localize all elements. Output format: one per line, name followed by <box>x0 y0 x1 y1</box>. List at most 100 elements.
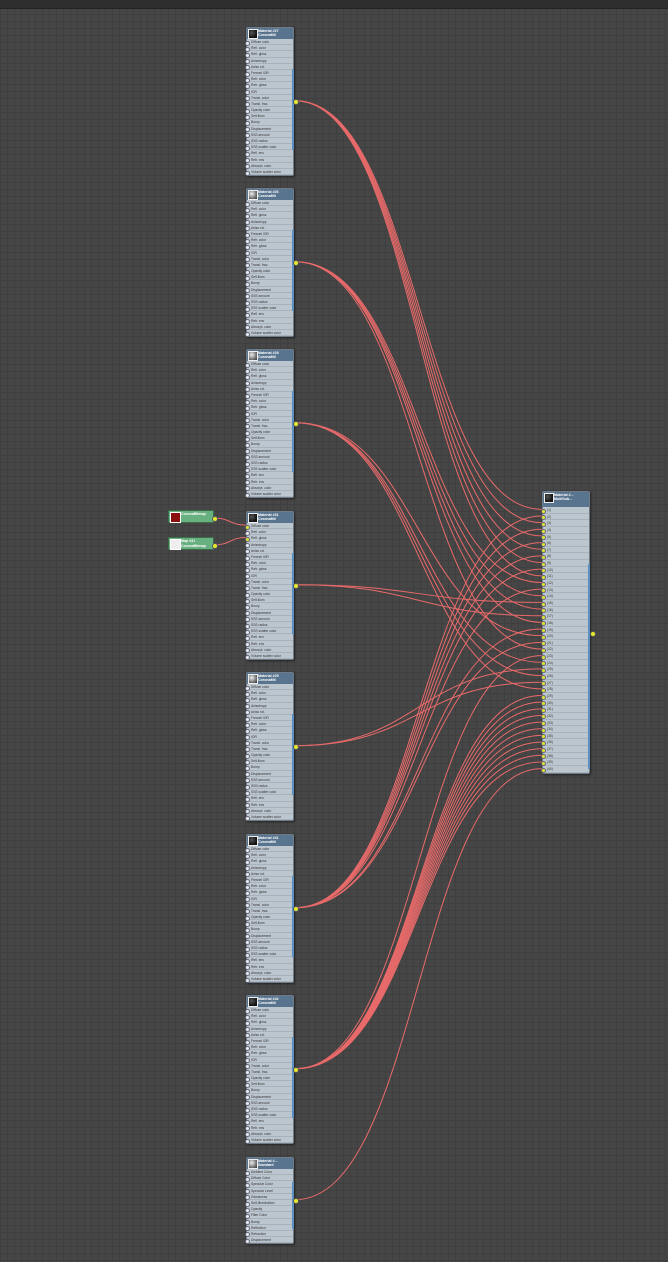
material-wire[interactable] <box>294 261 543 610</box>
sub-slot[interactable]: (37) <box>541 746 589 753</box>
slot-volume-scatter-color[interactable]: Volume scatter color <box>245 330 293 337</box>
node-header[interactable]: Material #41 CoronaMtl <box>247 835 293 846</box>
sub-slot[interactable]: (26) <box>541 673 589 680</box>
material-wire[interactable] <box>294 584 543 617</box>
material-wire[interactable] <box>294 668 543 747</box>
material-node[interactable]: Material #28 CoronaMtl Diffuse color Refl. … <box>245 349 294 499</box>
material-wire[interactable] <box>294 100 543 577</box>
slot-volume-scatter-color[interactable]: Volume scatter color <box>245 814 293 821</box>
sub-slot[interactable]: (9) <box>541 560 589 567</box>
bitmap-node[interactable]: CoronaBitmap <box>168 510 214 523</box>
bitmap-wire[interactable] <box>213 517 247 526</box>
material-wire[interactable] <box>294 422 543 677</box>
sub-slot[interactable]: (24) <box>541 660 589 667</box>
sub-slot[interactable]: (40) <box>541 766 589 773</box>
material-wire[interactable] <box>294 100 543 537</box>
output-socket[interactable] <box>293 582 299 589</box>
sub-slot[interactable]: (35) <box>541 733 589 740</box>
input-socket[interactable] <box>245 654 250 660</box>
output-socket[interactable] <box>293 1066 299 1073</box>
slot-displacement[interactable]: Displacement <box>245 1237 293 1244</box>
sub-slot[interactable]: (13) <box>541 587 589 594</box>
output-socket[interactable] <box>212 543 218 549</box>
sub-slot[interactable]: (16) <box>541 607 589 614</box>
output-socket[interactable] <box>293 98 299 105</box>
sub-slot[interactable]: (14) <box>541 593 589 600</box>
material-wire[interactable] <box>294 748 543 1070</box>
slot-volume-scatter-color[interactable]: Volume scatter color <box>245 976 293 983</box>
material-wire[interactable] <box>294 721 543 1070</box>
sub-slot[interactable]: (29) <box>541 693 589 700</box>
material-node[interactable]: Material #25 CoronaMtl Diffuse color Refl. … <box>245 672 294 822</box>
material-wire[interactable] <box>294 100 543 550</box>
input-socket[interactable] <box>541 767 546 773</box>
sub-slot[interactable]: (5) <box>541 534 589 541</box>
material-wire[interactable] <box>294 641 543 909</box>
sub-slot[interactable]: (15) <box>541 600 589 607</box>
sub-slot[interactable]: (23) <box>541 653 589 660</box>
output-socket[interactable] <box>293 1197 299 1204</box>
node-header[interactable]: Material #26 CoronaMtl <box>247 189 293 200</box>
material-node[interactable]: Material #... Standard Ambient Color Diffus… <box>245 1157 294 1245</box>
material-wire[interactable] <box>294 728 543 1070</box>
output-socket[interactable] <box>293 905 299 912</box>
material-wire[interactable] <box>294 768 543 1201</box>
slot-volume-scatter-color[interactable]: Volume scatter color <box>245 653 293 660</box>
material-wire[interactable] <box>294 261 543 597</box>
sub-slot[interactable]: (17) <box>541 613 589 620</box>
material-wire[interactable] <box>294 584 543 603</box>
material-wire[interactable] <box>294 714 543 1070</box>
material-node[interactable]: Material #31 CoronaMtl Diffuse color Refl. … <box>245 511 294 661</box>
material-wire[interactable] <box>294 708 543 1070</box>
input-socket[interactable] <box>245 331 250 337</box>
node-header[interactable]: Material #28 CoronaMtl <box>247 350 293 361</box>
node-header[interactable]: Material #... MultiSub... <box>543 492 589 507</box>
slot-volume-scatter-color[interactable]: Volume scatter color <box>245 1137 293 1144</box>
material-wire[interactable] <box>294 515 543 909</box>
material-wire[interactable] <box>294 422 543 637</box>
material-wire[interactable] <box>294 761 543 1070</box>
material-node[interactable]: Material #26 CoronaMtl Diffuse color Refl. … <box>245 188 294 338</box>
material-wire[interactable] <box>294 422 543 663</box>
sub-slot[interactable]: (19) <box>541 627 589 634</box>
node-header[interactable]: Material #25 CoronaMtl <box>247 673 293 684</box>
material-wire[interactable] <box>294 754 543 1070</box>
material-node[interactable]: Material #42 CoronaMtl Diffuse color Refl. … <box>245 995 294 1145</box>
node-header[interactable]: Material #42 CoronaMtl <box>247 996 293 1007</box>
sub-slot[interactable]: (38) <box>541 753 589 760</box>
bitmap-wire[interactable] <box>213 537 247 546</box>
sub-slot[interactable]: (22) <box>541 646 589 654</box>
sub-slot[interactable]: (36) <box>541 739 589 747</box>
sub-slot[interactable]: (10) <box>541 567 589 574</box>
material-wire[interactable] <box>294 261 543 650</box>
sub-slot[interactable]: (20) <box>541 633 589 640</box>
material-wire[interactable] <box>294 588 543 909</box>
material-wire[interactable] <box>294 628 543 909</box>
material-wire[interactable] <box>294 422 543 690</box>
sub-slot[interactable]: (27) <box>541 680 589 687</box>
slot-volume-scatter-color[interactable]: Volume scatter color <box>245 169 293 176</box>
input-socket[interactable] <box>245 1238 250 1244</box>
input-socket[interactable] <box>245 815 250 821</box>
sub-slot[interactable]: (1) <box>541 507 589 514</box>
material-wire[interactable] <box>294 681 543 747</box>
sub-slot[interactable]: (3) <box>541 520 589 527</box>
node-header[interactable]: Material #31 CoronaMtl <box>247 512 293 523</box>
node-header[interactable]: Material #... Standard <box>247 1158 293 1169</box>
sub-slot[interactable]: (18) <box>541 620 589 627</box>
material-wire[interactable] <box>294 100 543 524</box>
input-socket[interactable] <box>245 492 250 498</box>
node-header[interactable]: Material #27 CoronaMtl <box>247 28 293 39</box>
material-wire[interactable] <box>294 741 543 1070</box>
sub-slot[interactable]: (12) <box>541 580 589 587</box>
sub-slot[interactable]: (6) <box>541 540 589 547</box>
sub-slot[interactable]: (30) <box>541 700 589 707</box>
material-wire[interactable] <box>294 542 543 909</box>
sub-slot[interactable]: (4) <box>541 527 589 534</box>
material-wire[interactable] <box>294 528 543 909</box>
sub-slot[interactable]: (33) <box>541 720 589 727</box>
sub-slot[interactable]: (34) <box>541 726 589 733</box>
sub-slot[interactable]: (8) <box>541 553 589 561</box>
bitmap-node[interactable]: Map #31 CoronaBitmap <box>168 537 214 550</box>
output-socket[interactable] <box>293 259 299 266</box>
